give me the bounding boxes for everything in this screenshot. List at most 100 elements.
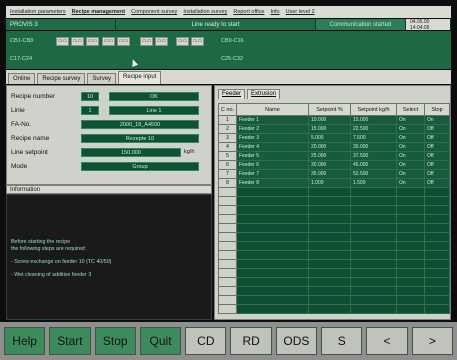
table-cell[interactable]: Off [424, 133, 450, 143]
tab-feeder[interactable]: Feeder [218, 89, 246, 99]
table-cell[interactable]: On [396, 124, 425, 134]
table-cell[interactable]: Off [424, 124, 450, 134]
rd-button[interactable]: RD [230, 327, 272, 355]
table-cell[interactable]: On [396, 133, 425, 143]
table-row[interactable]: 6 Feeder 6 30.000 45.000 On Off [218, 160, 450, 170]
next-button[interactable]: > [411, 327, 453, 355]
table-cell[interactable]: On [396, 160, 425, 170]
table-cell[interactable]: On [396, 178, 425, 188]
table-cell[interactable]: 30.000 [308, 160, 351, 170]
empty-cell [350, 250, 397, 260]
empty-cell [236, 304, 309, 314]
table-cell[interactable]: On [396, 115, 425, 125]
table-cell[interactable]: 1.500 [350, 178, 397, 188]
table-cell[interactable]: 52.500 [350, 169, 397, 179]
tab-extrusion[interactable]: Extrusion [247, 89, 281, 99]
empty-cell [350, 232, 397, 242]
menu-component-survey[interactable]: Component survey [131, 9, 177, 15]
table-cell[interactable]: Off [424, 178, 450, 188]
menu-recipe-management[interactable]: Recipe management [72, 9, 126, 15]
empty-cell [236, 295, 309, 305]
table-cell[interactable]: 20.000 [308, 142, 351, 152]
previous-button[interactable]: < [366, 327, 408, 355]
station-4-icon[interactable]: ▭▭ [102, 37, 115, 46]
table-row[interactable]: 4 Feeder 4 20.000 30.000 On Off [218, 142, 450, 152]
menu-report-office[interactable]: Report office [233, 9, 264, 15]
menu-user-level[interactable]: User level 2 [286, 9, 315, 15]
table-row[interactable]: 2 Feeder 2 15.000 22.500 On Off [218, 124, 450, 134]
menu-bar: Installation parameters Recipe managemen… [6, 6, 451, 18]
tab-recipe-input[interactable]: Recipe input [118, 71, 162, 84]
empty-cell [424, 196, 450, 206]
table-row[interactable]: 7 Feeder 7 35.000 52.500 On Off [218, 169, 450, 179]
table-row[interactable]: 3 Feeder 3 5.000 7.500 On Off [218, 133, 450, 143]
info-line: - Wet cleaning of additive feeder 3 [11, 272, 92, 278]
menu-info[interactable]: Info [270, 9, 279, 15]
fa-number-field[interactable]: 2000_18_A4500 [81, 119, 199, 129]
s-button[interactable]: S [321, 327, 363, 355]
tab-recipe-survey[interactable]: Recipe survey [37, 73, 86, 84]
tab-survey[interactable]: Survey [87, 73, 117, 84]
menu-installation-parameters[interactable]: Installation parameters [10, 9, 66, 15]
recipe-name-field[interactable]: Rezepte 10 [81, 133, 199, 143]
station-6-icon[interactable]: ▭▭ [140, 37, 153, 46]
station-5-icon[interactable]: ▭▭ [117, 37, 130, 46]
table-cell[interactable]: 37.500 [350, 151, 397, 161]
mode-field[interactable]: Group [81, 161, 199, 171]
table-cell[interactable]: Off [424, 142, 450, 152]
empty-table-row [218, 268, 450, 278]
line-setpoint-field[interactable]: 150.000 [81, 147, 181, 157]
table-cell[interactable]: Off [424, 160, 450, 170]
table-cell[interactable]: 15.000 [308, 124, 351, 134]
station-label-c25-c32: C25-C32 [221, 56, 244, 62]
table-cell[interactable]: 35.000 [308, 169, 351, 179]
table-row[interactable]: 5 Feeder 5 25.000 37.500 On Off [218, 151, 450, 161]
table-cell[interactable]: Off [424, 169, 450, 179]
table-cell[interactable]: On [396, 142, 425, 152]
ods-button[interactable]: ODS [275, 327, 318, 355]
station-3-icon[interactable]: ▭▭ [86, 37, 99, 46]
table-cell[interactable]: 25.000 [308, 151, 351, 161]
cd-button[interactable]: CD [185, 327, 227, 355]
table-row[interactable]: 1 Feeder 1 10.000 15.000 On On [218, 115, 450, 125]
table-cell[interactable]: 5.000 [308, 133, 351, 143]
table-cell[interactable]: 10.000 [308, 115, 351, 125]
station-8-icon[interactable]: ▭▭ [176, 37, 189, 46]
empty-cell [424, 277, 450, 287]
table-row[interactable]: 8 Feeder 8 1.000 1.500 On Off [218, 178, 450, 188]
table-cell[interactable]: 22.500 [350, 124, 397, 134]
line-number-field[interactable]: 1 [81, 105, 99, 115]
empty-cell [236, 250, 309, 260]
station-7-icon[interactable]: ▭▭ [155, 37, 168, 46]
table-cell[interactable]: 30.000 [350, 142, 397, 152]
table-cell[interactable]: On [396, 151, 425, 161]
empty-cell [308, 187, 351, 197]
menu-installation-survey[interactable]: Installation survey [183, 9, 227, 15]
empty-table-row [218, 196, 450, 206]
empty-cell [218, 205, 237, 215]
station-2-icon[interactable]: ▭▭ [71, 37, 84, 46]
table-cell[interactable]: 45.000 [350, 160, 397, 170]
recipe-number-field[interactable]: 10 [81, 91, 99, 101]
help-button[interactable]: Help [4, 327, 46, 355]
recipe-form: Recipe number 10 OK Linie 1 Line 1 FA-No… [6, 85, 212, 185]
table-cell[interactable]: On [396, 169, 425, 179]
table-cell[interactable]: 1.000 [308, 178, 351, 188]
empty-cell [308, 205, 351, 215]
table-cell[interactable]: Off [424, 151, 450, 161]
tab-online[interactable]: Online [8, 73, 36, 84]
mode-label: Mode [11, 162, 28, 170]
empty-cell [218, 214, 237, 224]
start-button[interactable]: Start [49, 327, 91, 355]
quit-button[interactable]: Quit [139, 327, 182, 355]
empty-table-row [218, 187, 450, 197]
empty-cell [396, 268, 425, 278]
station-1-icon[interactable]: ▭▭ [56, 37, 69, 46]
empty-cell [350, 241, 397, 251]
table-cell[interactable]: On [424, 115, 450, 125]
empty-cell [424, 250, 450, 260]
stop-button[interactable]: Stop [94, 327, 136, 355]
station-9-icon[interactable]: ▭▭ [191, 37, 204, 46]
table-cell[interactable]: 7.500 [350, 133, 397, 143]
table-cell[interactable]: 15.000 [350, 115, 397, 125]
